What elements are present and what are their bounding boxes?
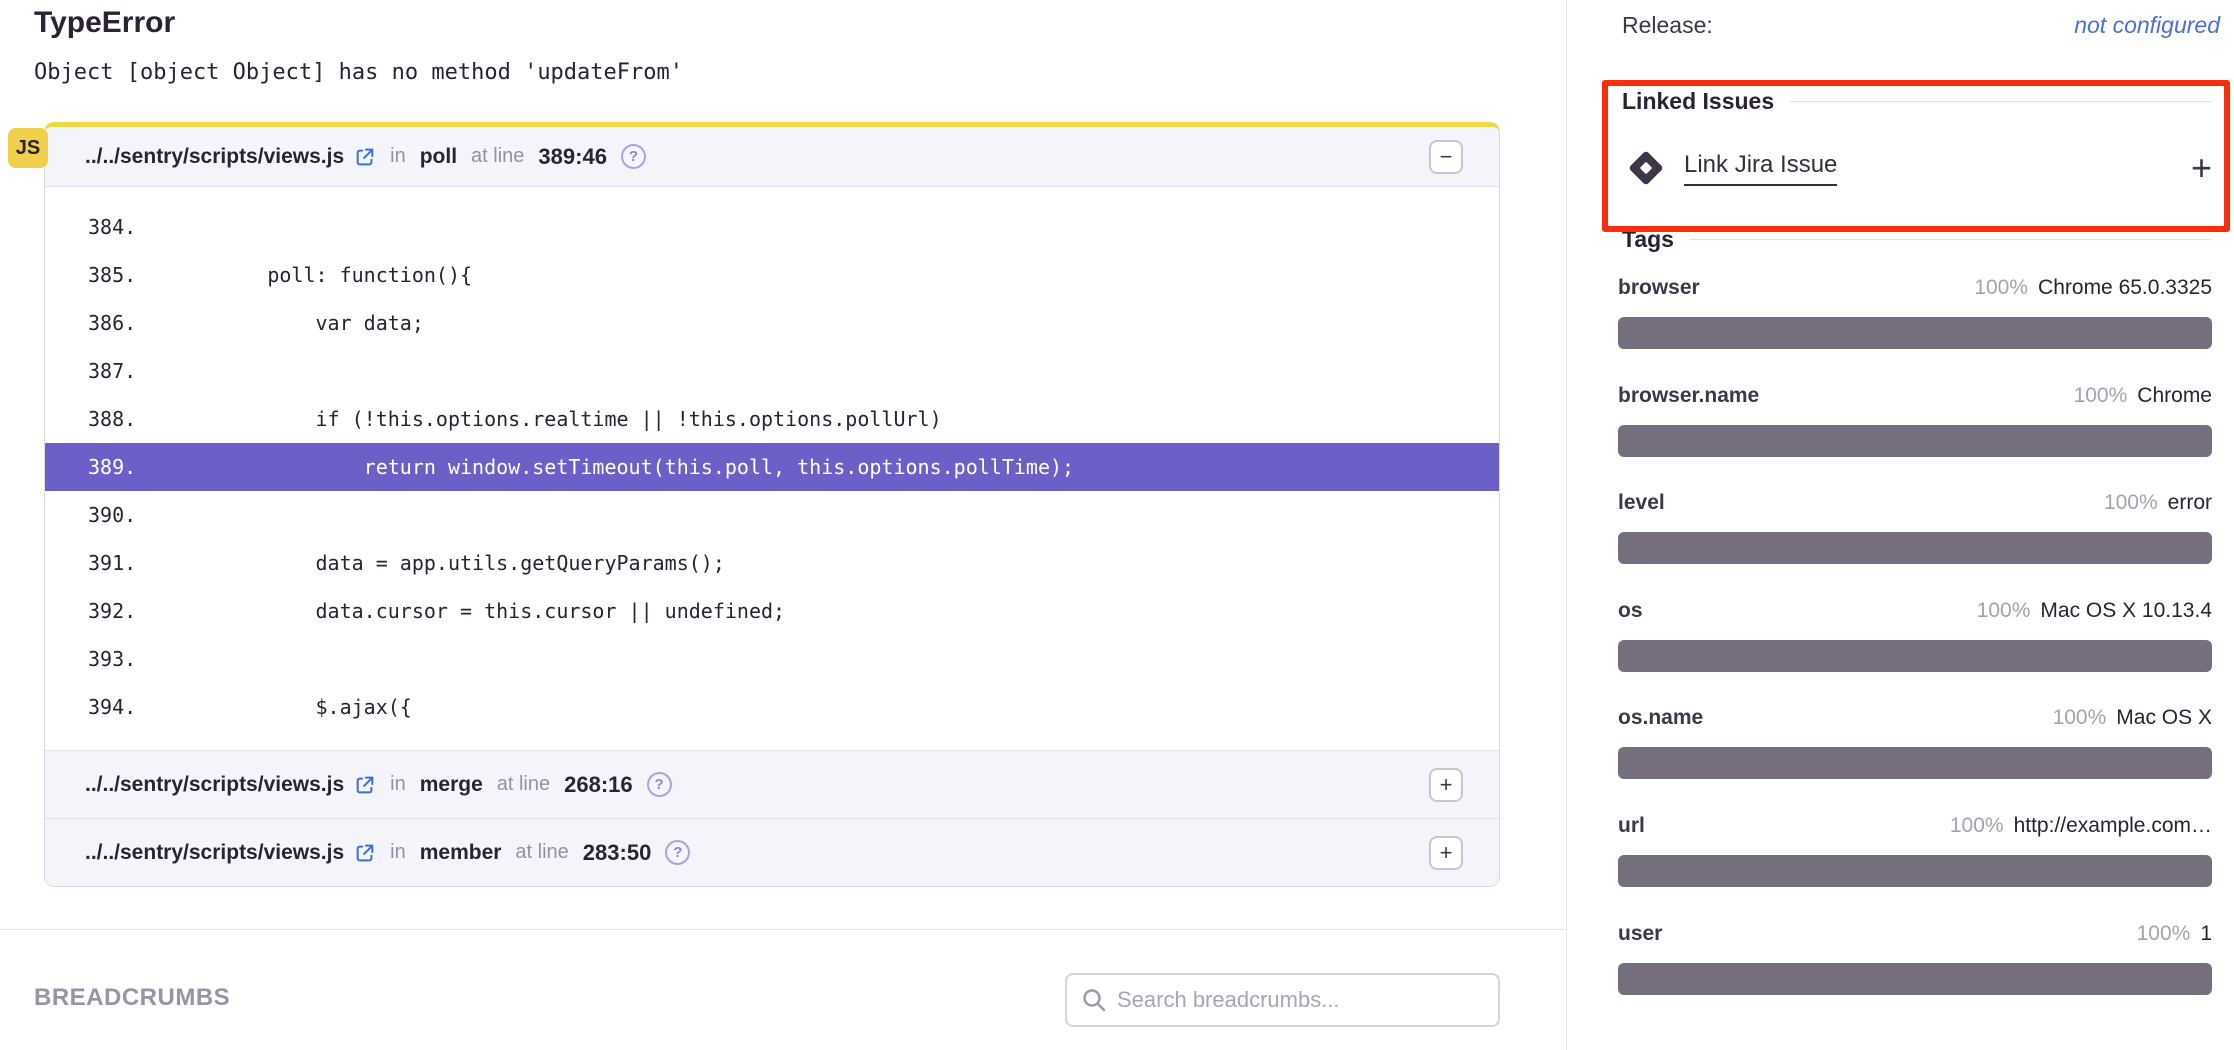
jira-icon: [1626, 148, 1666, 188]
tags-title: Tags: [1622, 226, 1674, 253]
code-line: 385. poll: function(){: [45, 251, 1499, 299]
section-divider: [0, 929, 1566, 930]
tag-row-browser-name: browser.name 100% Chrome: [1618, 384, 2212, 457]
frame-file-path: ../../sentry/scripts/views.js: [85, 841, 344, 865]
frame-function-name: member: [420, 841, 502, 865]
frame-at-line-label: at line: [471, 145, 524, 168]
tag-row-user: user 100% 1: [1618, 922, 2212, 995]
issue-detail-page: TypeError Object [object Object] has no …: [0, 0, 2234, 1050]
tag-row-os: os 100% Mac OS X 10.13.4: [1618, 599, 2212, 672]
code-line: 391. data = app.utils.getQueryParams();: [45, 539, 1499, 587]
stack-frame-row-merge[interactable]: ../../sentry/scripts/views.js in merge a…: [45, 750, 1499, 818]
tag-distribution-bar: [1618, 532, 2212, 564]
code-line: 387.: [45, 347, 1499, 395]
release-row: Release: not configured: [1622, 12, 2220, 39]
search-icon: [1081, 987, 1107, 1013]
tag-key[interactable]: browser.name: [1618, 384, 1759, 408]
tag-key[interactable]: level: [1618, 491, 1665, 515]
tag-percent: 100%: [1974, 276, 2028, 300]
tag-distribution-bar: [1618, 640, 2212, 672]
frame-file-path: ../../sentry/scripts/views.js: [85, 773, 344, 797]
frame-in-label: in: [390, 841, 406, 864]
tag-row-level: level 100% error: [1618, 491, 2212, 564]
tag-percent: 100%: [2074, 384, 2128, 408]
code-line-highlighted: 389. return window.setTimeout(this.poll,…: [45, 443, 1499, 491]
frame-line-number: 268:16: [564, 772, 633, 798]
tag-value: Chrome: [2137, 384, 2212, 408]
tag-percent: 100%: [1950, 814, 2004, 838]
external-link-icon[interactable]: [354, 774, 376, 796]
search-input[interactable]: [1117, 987, 1484, 1013]
stacktrace-panel: ../../sentry/scripts/views.js in poll at…: [44, 122, 1500, 887]
add-linked-issue-button[interactable]: +: [2191, 150, 2212, 186]
source-code-context: 384. 385. poll: function(){ 386. var dat…: [45, 187, 1499, 750]
tag-percent: 100%: [2053, 706, 2107, 730]
tag-key[interactable]: browser: [1618, 276, 1700, 300]
frame-line-number: 389:46: [538, 144, 607, 170]
code-line: 393.: [45, 635, 1499, 683]
code-line: 384.: [45, 203, 1499, 251]
tag-value: 1: [2200, 922, 2212, 946]
tag-key[interactable]: user: [1618, 922, 1662, 946]
tag-distribution-bar: [1618, 317, 2212, 349]
frame-at-line-label: at line: [515, 841, 568, 864]
code-line: 388. if (!this.options.realtime || !this…: [45, 395, 1499, 443]
platform-js-badge: JS: [8, 128, 48, 168]
frame-function-name: poll: [420, 145, 457, 169]
expand-frame-button[interactable]: +: [1429, 836, 1463, 870]
tag-value: http://example.com…: [2014, 814, 2212, 838]
release-not-configured-link[interactable]: not configured: [2074, 12, 2220, 39]
stack-frame-header[interactable]: ../../sentry/scripts/views.js in poll at…: [45, 127, 1499, 187]
help-icon[interactable]: ?: [647, 772, 672, 797]
tag-percent: 100%: [2104, 491, 2158, 515]
tags-section: Tags: [1622, 226, 2212, 253]
frame-in-label: in: [390, 773, 406, 796]
release-label: Release:: [1622, 12, 1713, 39]
tag-key[interactable]: url: [1618, 814, 1645, 838]
frame-file-path: ../../sentry/scripts/views.js: [85, 145, 344, 169]
tag-distribution-bar: [1618, 963, 2212, 995]
tag-percent: 100%: [2137, 922, 2191, 946]
external-link-icon[interactable]: [354, 146, 376, 168]
linked-issues-title: Linked Issues: [1622, 88, 1774, 115]
breadcrumbs-section-title: BREADCRUMBS: [34, 984, 230, 1012]
frame-in-label: in: [390, 145, 406, 168]
tag-percent: 100%: [1977, 599, 2031, 623]
help-icon[interactable]: ?: [621, 144, 646, 169]
code-line: 394. $.ajax({: [45, 683, 1499, 731]
tag-distribution-bar: [1618, 747, 2212, 779]
collapse-frame-button[interactable]: −: [1429, 140, 1463, 174]
error-message: Object [object Object] has no method 'up…: [34, 60, 683, 85]
help-icon[interactable]: ?: [665, 840, 690, 865]
frame-at-line-label: at line: [497, 773, 550, 796]
error-type-title: TypeError: [34, 6, 175, 40]
sidebar-divider: [1566, 0, 1567, 1050]
breadcrumbs-search-box: [1065, 973, 1500, 1027]
tag-row-browser: browser 100% Chrome 65.0.3325: [1618, 276, 2212, 349]
tag-row-os-name: os.name 100% Mac OS X: [1618, 706, 2212, 779]
tag-value: error: [2168, 491, 2212, 515]
link-jira-issue-link[interactable]: Link Jira Issue: [1684, 151, 1837, 186]
code-line: 392. data.cursor = this.cursor || undefi…: [45, 587, 1499, 635]
tag-distribution-bar: [1618, 425, 2212, 457]
tag-value: Mac OS X 10.13.4: [2040, 599, 2212, 623]
expand-frame-button[interactable]: +: [1429, 768, 1463, 802]
section-rule: [1790, 101, 2212, 102]
tag-key[interactable]: os: [1618, 599, 1643, 623]
code-line: 386. var data;: [45, 299, 1499, 347]
tag-value: Mac OS X: [2116, 706, 2212, 730]
external-link-icon[interactable]: [354, 842, 376, 864]
tag-value: Chrome 65.0.3325: [2038, 276, 2212, 300]
tag-row-url: url 100% http://example.com…: [1618, 814, 2212, 887]
frame-function-name: merge: [420, 773, 483, 797]
code-line: 390.: [45, 491, 1499, 539]
frame-line-number: 283:50: [583, 840, 652, 866]
tag-key[interactable]: os.name: [1618, 706, 1703, 730]
section-rule: [1690, 239, 2212, 240]
link-jira-issue-row: Link Jira Issue +: [1626, 146, 2212, 190]
stack-frame-row-member[interactable]: ../../sentry/scripts/views.js in member …: [45, 818, 1499, 886]
tag-distribution-bar: [1618, 855, 2212, 887]
linked-issues-section: Linked Issues: [1622, 88, 2212, 115]
